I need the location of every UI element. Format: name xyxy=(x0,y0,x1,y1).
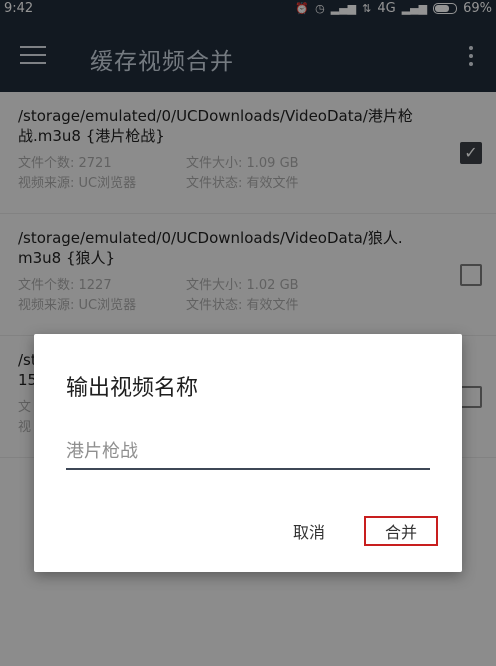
dialog-title: 输出视频名称 xyxy=(66,376,199,401)
output-name-dialog: 输出视频名称 取消 合并 xyxy=(34,334,462,572)
cancel-button[interactable]: 取消 xyxy=(276,516,342,546)
output-name-input[interactable] xyxy=(66,434,430,470)
merge-button[interactable]: 合并 xyxy=(364,516,438,546)
